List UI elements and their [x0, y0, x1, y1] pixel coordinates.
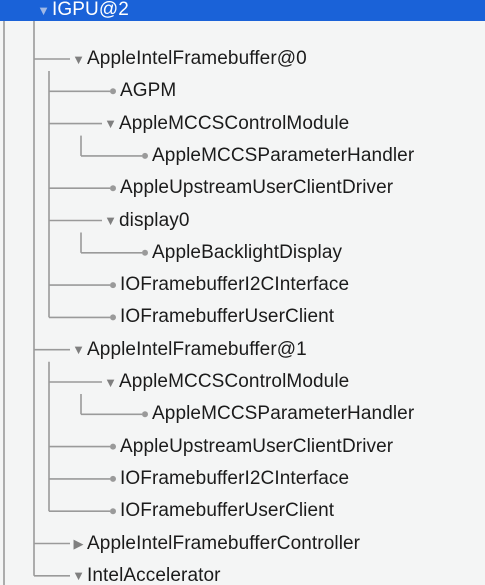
tree-row[interactable]: AppleUpstreamUserClientDriver [0, 431, 485, 463]
tree-row[interactable]: ▶ AppleIntelFramebufferController [0, 528, 485, 560]
tree-row[interactable]: IOFramebufferUserClient [0, 301, 485, 333]
tree-row-label: AppleIntelFramebuffer@0 [87, 48, 307, 69]
triangle-down-icon[interactable]: ▼ [72, 569, 85, 582]
triangle-down-icon[interactable]: ▼ [72, 53, 85, 66]
triangle-down-icon[interactable]: ▼ [104, 214, 117, 227]
tree-row-label: AppleIntelFramebufferController [87, 532, 361, 554]
tree-row[interactable]: ▼ IntelAccelerator [0, 560, 485, 585]
tree-row[interactable]: ▼ AppleIntelFramebuffer@0 [0, 43, 485, 75]
tree-row[interactable]: IOFramebufferUserClient [0, 495, 485, 527]
tree-row[interactable]: AppleUpstreamUserClientDriver [0, 172, 485, 204]
tree-row-label: AppleMCCSParameterHandler [152, 144, 415, 166]
tree-row-label: display0 [119, 209, 190, 231]
triangle-down-icon[interactable]: ▼ [72, 343, 85, 356]
tree-row-label: AppleMCCSControlModule [119, 371, 350, 392]
tree-row-label: AppleUpstreamUserClientDriver [120, 435, 394, 457]
triangle-down-icon[interactable]: ▼ [37, 4, 50, 17]
tree-row-label: AppleMCCSControlModule [119, 112, 350, 134]
tree-row-label: IOFramebufferUserClient [120, 306, 335, 328]
tree-row[interactable]: ▼ AppleMCCSControlModule [0, 366, 485, 398]
tree-row[interactable]: ▼ AppleIntelFramebuffer@1 [0, 334, 485, 366]
tree-row[interactable]: IOFramebufferI2CInterface [0, 269, 485, 301]
tree-row-label: IOFramebufferI2CInterface [120, 274, 350, 296]
tree-row-label: IOFramebufferUserClient [120, 500, 335, 522]
ioregistry-tree-view: ▼ IGPU@2 ▼ AppleIntelFramebuffer@0 AGPM ▼ Appl… [0, 0, 485, 585]
tree-row-label: IGPU@2 [52, 0, 129, 20]
tree-row[interactable]: AppleMCCSParameterHandler [0, 398, 485, 430]
tree-row-label: AGPM [120, 80, 177, 102]
tree-row-label: AppleBacklightDisplay [152, 241, 343, 263]
tree-row-label: AppleUpstreamUserClientDriver [120, 177, 394, 199]
triangle-down-icon[interactable]: ▼ [104, 376, 117, 389]
tree-row[interactable]: AppleBacklightDisplay [0, 237, 485, 269]
tree-row[interactable]: IOFramebufferI2CInterface [0, 463, 485, 495]
tree-row[interactable]: ▼ AppleMCCSControlModule [0, 108, 485, 140]
tree-row-label: AppleMCCSParameterHandler [152, 403, 415, 425]
triangle-right-icon[interactable]: ▶ [72, 537, 85, 550]
tree-row[interactable]: AGPM [0, 75, 485, 107]
tree-row[interactable]: ▼ display0 [0, 205, 485, 237]
tree-row[interactable]: AppleMCCSParameterHandler [0, 140, 485, 172]
tree-row-label: IntelAccelerator [87, 564, 221, 585]
tree-row[interactable]: ▼ IGPU@2 [0, 0, 485, 21]
tree-row-label: AppleIntelFramebuffer@1 [87, 338, 307, 360]
tree-row-label: IOFramebufferI2CInterface [120, 467, 350, 489]
triangle-down-icon[interactable]: ▼ [104, 117, 117, 130]
